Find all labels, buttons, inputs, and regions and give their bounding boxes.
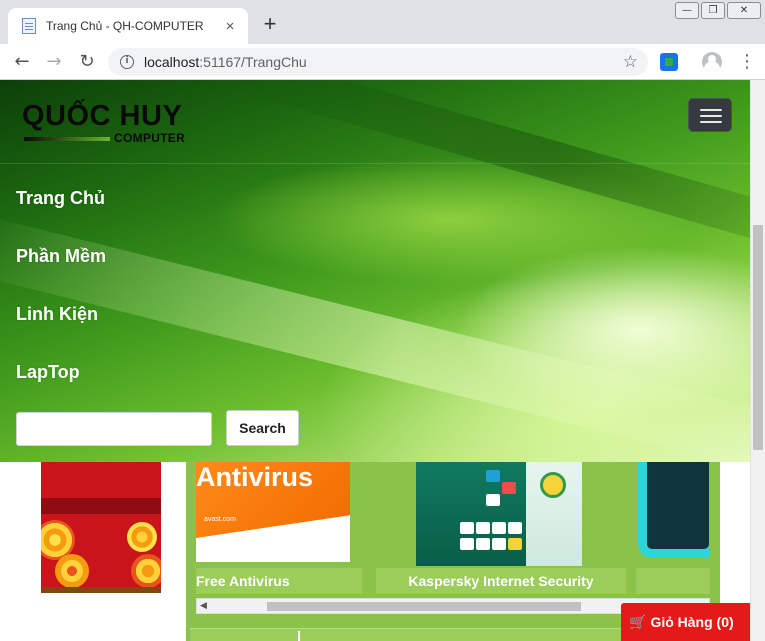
banner-circle — [55, 554, 89, 588]
browser-titlebar: Trang Chủ - QH-COMPUTER × + — ❐ ✕ — [0, 0, 765, 44]
forward-button[interactable]: → — [42, 50, 66, 74]
cart-label: Giỏ Hàng (0) — [650, 614, 734, 630]
tab-close-icon[interactable]: × — [222, 18, 238, 35]
info-icon[interactable]: i — [120, 55, 134, 69]
banner-rod — [41, 587, 161, 593]
nav-link-laptop[interactable]: LapTop — [16, 362, 80, 383]
window-controls: — ❐ ✕ — [675, 2, 761, 19]
cart-button[interactable]: 🛒 Giỏ Hàng (0) — [621, 603, 750, 641]
logo-underline — [24, 137, 110, 141]
box-tile — [486, 494, 500, 506]
site-logo[interactable]: QUỐC HUY COMPUTER — [22, 100, 197, 150]
box-tile — [486, 470, 500, 482]
navbar-toggle-button[interactable] — [688, 98, 732, 132]
box-tile — [502, 482, 516, 494]
reload-button[interactable]: ↻ — [75, 50, 99, 74]
search-button[interactable]: Search — [226, 410, 299, 446]
box-tile — [476, 538, 490, 550]
product-name[interactable] — [636, 568, 710, 594]
hamburger-line — [700, 109, 722, 111]
product-image-third[interactable] — [638, 462, 710, 558]
url-path: :51167/TrangChu — [199, 54, 307, 70]
logo-sub-text: COMPUTER — [114, 131, 186, 145]
nav-link-linh-kien[interactable]: Linh Kiện — [16, 304, 98, 325]
browser-tab[interactable]: Trang Chủ - QH-COMPUTER × — [8, 8, 248, 44]
box-tile — [460, 522, 474, 534]
product-name[interactable]: Kaspersky Internet Security — [376, 568, 626, 594]
extension-icon[interactable] — [660, 53, 678, 71]
tab-title: Trang Chủ - QH-COMPUTER — [46, 19, 204, 33]
box-brand: avast.com — [204, 516, 236, 523]
back-button[interactable]: ← — [10, 50, 34, 74]
restore-button[interactable]: ❐ — [701, 2, 725, 19]
scroll-left-arrow-icon[interactable]: ◀ — [200, 601, 207, 611]
box-tile — [508, 538, 522, 550]
box-badge — [540, 472, 566, 498]
box-tile — [508, 522, 522, 534]
box-front — [416, 462, 526, 566]
header-divider — [0, 163, 750, 164]
product-name[interactable]: Free Antivirus — [196, 568, 362, 594]
side-banner-image — [41, 462, 161, 593]
new-tab-button[interactable]: + — [258, 12, 282, 36]
close-window-button[interactable]: ✕ — [727, 2, 761, 19]
banner-circle — [131, 554, 161, 588]
box-tile — [492, 538, 506, 550]
product-image-kaspersky[interactable] — [416, 462, 584, 566]
box-title: Antivirus — [196, 462, 314, 492]
browser-toolbar: ← → ↻ i localhost:51167/TrangChu ☆ ⋮ — [0, 44, 765, 80]
page-icon — [22, 18, 36, 34]
hamburger-line — [700, 121, 722, 123]
banner-circle — [127, 522, 157, 552]
banner-stripe — [41, 498, 161, 514]
header-background-streak — [208, 80, 750, 276]
product-image-avast[interactable]: Antivirus avast.com — [196, 462, 352, 562]
box-tile — [460, 538, 474, 550]
nav-link-trang-chu[interactable]: Trang Chủ — [16, 188, 105, 209]
minimize-button[interactable]: — — [675, 2, 699, 19]
product-slider: Antivirus avast.com Free Antivirus Kaspe… — [196, 462, 710, 620]
bookmark-star-icon[interactable]: ☆ — [623, 52, 638, 72]
search-input[interactable] — [16, 412, 212, 446]
browser-menu-icon[interactable]: ⋮ — [738, 50, 756, 74]
page-vertical-scrollbar[interactable] — [750, 80, 765, 641]
page-viewport: QUỐC HUY COMPUTER Trang Chủ Phần Mềm Lin… — [0, 80, 765, 641]
logo-main-text: QUỐC HUY — [22, 100, 183, 132]
url-host: localhost — [144, 54, 200, 70]
box-tile — [476, 522, 490, 534]
site-header: QUỐC HUY COMPUTER Trang Chủ Phần Mềm Lin… — [0, 80, 750, 462]
nav-link-phan-mem[interactable]: Phần Mềm — [16, 246, 106, 267]
row-divider — [298, 631, 300, 641]
scrollbar-thumb[interactable] — [753, 225, 763, 450]
box-tile — [492, 522, 506, 534]
hamburger-line — [700, 115, 722, 117]
address-bar[interactable]: i localhost:51167/TrangChu ☆ — [108, 48, 648, 76]
profile-avatar[interactable] — [702, 52, 722, 72]
cart-icon: 🛒 — [629, 615, 647, 631]
scrollbar-thumb[interactable] — [267, 602, 581, 611]
